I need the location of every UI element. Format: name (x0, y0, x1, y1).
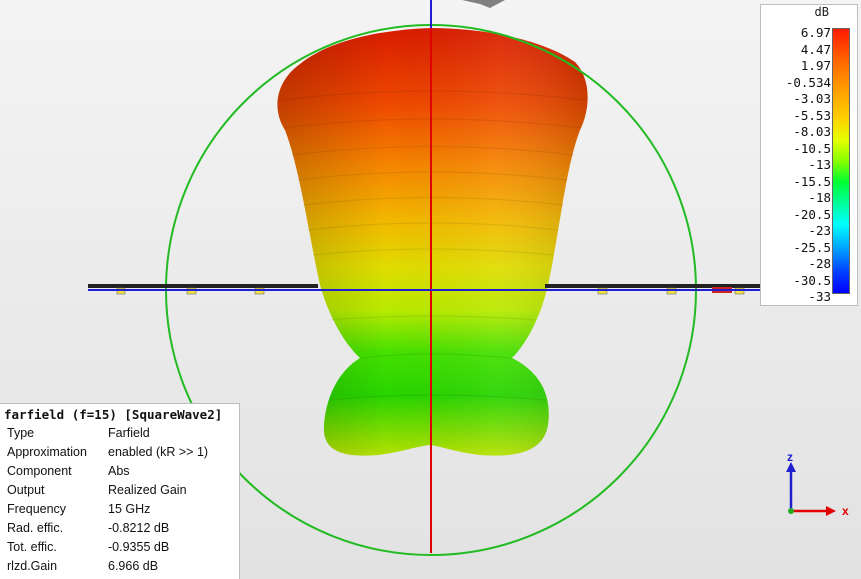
color-scale-tick: -28 (808, 256, 831, 271)
color-scale-tick: -25.5 (793, 239, 831, 255)
color-scale-tick: -3.03 (793, 91, 831, 106)
color-scale-tick: -10.5 (793, 140, 831, 156)
info-key: Component (7, 464, 72, 478)
info-key: rlzd.Gain (7, 559, 58, 573)
info-key: Frequency (7, 502, 67, 516)
color-scale-unit: dB (814, 5, 829, 19)
info-row-frequency: Frequency 15 GHz (0, 502, 240, 521)
color-scale-tick: 6.97 (800, 25, 831, 40)
farfield-info-panel: farfield (f=15) [SquareWave2] Type Farfi… (0, 403, 240, 579)
color-scale-tick: -8.03 (793, 124, 831, 139)
info-value: Abs (108, 464, 130, 478)
color-scale-tick: -15.5 (793, 173, 831, 189)
info-row-type: Type Farfield (0, 426, 240, 445)
color-scale-tick: 4.47 (800, 41, 831, 57)
info-row-rlzd-gain: rlzd.Gain 6.966 dB (0, 559, 240, 578)
info-value: Farfield (108, 426, 150, 440)
info-key: Approximation (7, 445, 87, 459)
color-scale-tick: 1.97 (800, 58, 831, 73)
color-scale-legend: dB 6.97 4.47 1.97 -0.534 -3.03 -5.53 -8.03 -10.… (760, 4, 858, 306)
info-key: Type (7, 426, 35, 440)
triad-x-label: x (842, 504, 849, 518)
color-scale-tick: -5.53 (793, 107, 831, 123)
info-value: Realized Gain (108, 483, 187, 497)
color-scale-tick: -33 (808, 289, 831, 304)
farfield-pattern (277, 28, 588, 456)
info-row-component: Component Abs (0, 464, 240, 483)
orientation-triad[interactable]: z x (786, 450, 849, 518)
info-row-approximation: Approximation enabled (kR >> 1) (0, 445, 240, 464)
triad-z-label: z (787, 450, 793, 464)
info-key: Tot. effic. (7, 540, 57, 554)
color-scale-tick: -13 (808, 157, 831, 172)
info-value: -0.9355 dB (108, 540, 170, 554)
color-scale-tick: -20.5 (793, 206, 831, 222)
color-scale-tick: -18 (808, 190, 831, 205)
view-arrow-hint (462, 0, 505, 8)
info-value: 6.966 dB (108, 559, 159, 573)
info-key: Rad. effic. (7, 521, 64, 535)
info-value: -0.8212 dB (108, 521, 170, 535)
info-key: Output (7, 483, 45, 497)
info-row-tot-effic: Tot. effic. -0.9355 dB (0, 540, 240, 559)
info-row-rad-effic: Rad. effic. -0.8212 dB (0, 521, 240, 540)
color-scale-tick: -0.534 (785, 74, 831, 90)
info-value: enabled (kR >> 1) (108, 445, 209, 459)
info-panel-title: farfield (f=15) [SquareWave2] (4, 407, 223, 422)
info-value: 15 GHz (108, 502, 151, 516)
color-scale-tick: -23 (808, 223, 831, 238)
info-row-output: Output Realized Gain (0, 483, 240, 502)
color-scale-tick: -30.5 (793, 272, 831, 288)
color-scale-bar (832, 28, 850, 294)
